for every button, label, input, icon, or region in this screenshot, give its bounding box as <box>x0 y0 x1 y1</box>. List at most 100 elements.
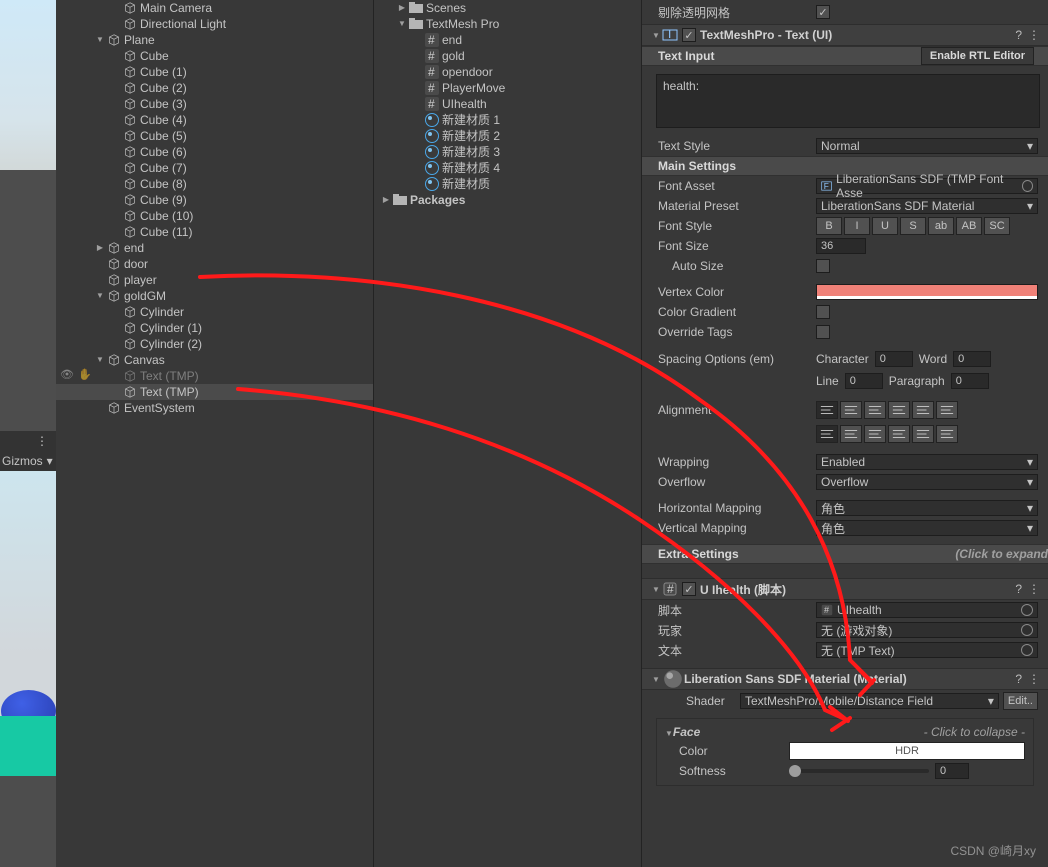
alignment-button[interactable] <box>864 425 886 443</box>
scene-view[interactable] <box>0 471 56 776</box>
object-field[interactable]: 无 (TMP Text) <box>816 642 1038 658</box>
color-gradient-checkbox[interactable] <box>816 305 830 319</box>
alignment-button[interactable] <box>936 425 958 443</box>
object-picker-icon[interactable] <box>1022 180 1033 192</box>
project-item[interactable]: 新建材质 3 <box>374 144 641 160</box>
project-item[interactable]: TextMesh Pro <box>374 16 641 32</box>
expand-icon[interactable] <box>94 352 106 368</box>
expand-icon[interactable] <box>94 32 106 48</box>
overflow-dropdown[interactable]: Overflow▾ <box>816 474 1038 490</box>
project-item[interactable]: 新建材质 <box>374 176 641 192</box>
alignment-button[interactable] <box>912 401 934 419</box>
project-item[interactable]: 新建材质 2 <box>374 128 641 144</box>
expand-icon[interactable] <box>665 725 673 739</box>
object-field[interactable]: 无 (游戏对象) <box>816 622 1038 638</box>
hierarchy-item[interactable]: Cube (5) <box>56 128 373 144</box>
text-style-dropdown[interactable]: Normal▾ <box>816 138 1038 154</box>
hierarchy-item[interactable]: Canvas <box>56 352 373 368</box>
help-icon[interactable]: ? <box>1015 582 1022 596</box>
hierarchy-item[interactable]: Cube (7) <box>56 160 373 176</box>
v-mapping-dropdown[interactable]: 角色▾ <box>816 520 1038 536</box>
project-item[interactable]: #PlayerMove <box>374 80 641 96</box>
component-enable-checkbox[interactable] <box>682 582 696 596</box>
softness-slider[interactable] <box>789 769 929 773</box>
hierarchy-item[interactable]: Cube <box>56 48 373 64</box>
toolbar-menu-icon[interactable]: ⋮ <box>36 434 50 448</box>
hierarchy-item[interactable]: Cube (11) <box>56 224 373 240</box>
hierarchy-item[interactable]: Cylinder <box>56 304 373 320</box>
font-style-ab-button[interactable]: AB <box>956 217 982 235</box>
hierarchy-item[interactable]: Cube (3) <box>56 96 373 112</box>
spacing-paragraph-input[interactable] <box>951 373 989 389</box>
override-tags-checkbox[interactable] <box>816 325 830 339</box>
hierarchy-item[interactable]: Text (TMP) <box>56 384 373 400</box>
hierarchy-item[interactable]: Cube (9) <box>56 192 373 208</box>
alignment-button[interactable] <box>840 425 862 443</box>
preset-icon[interactable]: ⋮ <box>1028 28 1040 42</box>
component-enable-checkbox[interactable] <box>682 28 696 42</box>
softness-value-input[interactable] <box>935 763 969 779</box>
hierarchy-item[interactable]: Plane <box>56 32 373 48</box>
help-icon[interactable]: ? <box>1015 672 1022 686</box>
expand-icon[interactable] <box>94 240 106 256</box>
spacing-word-input[interactable] <box>953 351 991 367</box>
rtl-editor-button[interactable]: Enable RTL Editor <box>921 47 1034 65</box>
font-style-i-button[interactable]: I <box>844 217 870 235</box>
hierarchy-item[interactable]: Cylinder (2) <box>56 336 373 352</box>
project-item[interactable]: #end <box>374 32 641 48</box>
alignment-button[interactable] <box>912 425 934 443</box>
tmp-component-header[interactable]: T TextMeshPro - Text (UI) ? ⋮ <box>642 24 1048 46</box>
wrapping-dropdown[interactable]: Enabled▾ <box>816 454 1038 470</box>
alignment-button[interactable] <box>840 401 862 419</box>
shader-dropdown[interactable]: TextMeshPro/Mobile/Distance Field▾ <box>740 693 999 709</box>
finger-icon[interactable]: ✋ <box>78 368 92 381</box>
eye-icon[interactable]: 👁 <box>60 368 74 381</box>
alignment-button[interactable] <box>864 401 886 419</box>
expand-icon[interactable] <box>380 192 392 208</box>
project-item[interactable]: #gold <box>374 48 641 64</box>
alignment-button[interactable] <box>936 401 958 419</box>
hierarchy-item[interactable]: Directional Light <box>56 16 373 32</box>
object-picker-icon[interactable] <box>1021 624 1033 636</box>
alignment-button[interactable] <box>816 401 838 419</box>
material-header[interactable]: Liberation Sans SDF Material (Material) … <box>642 668 1048 690</box>
font-style-ab-button[interactable]: ab <box>928 217 954 235</box>
expand-icon[interactable] <box>650 675 662 684</box>
help-icon[interactable]: ? <box>1015 28 1022 42</box>
hierarchy-item[interactable]: Cube (2) <box>56 80 373 96</box>
preset-icon[interactable]: ⋮ <box>1028 582 1040 596</box>
expand-icon[interactable] <box>396 0 408 16</box>
project-item[interactable]: #UIhealth <box>374 96 641 112</box>
object-field[interactable]: #UIhealth <box>816 602 1038 618</box>
hdr-color-button[interactable]: HDR <box>789 742 1025 760</box>
spacing-character-input[interactable] <box>875 351 913 367</box>
extra-settings-header[interactable]: Extra Settings (Click to expand <box>642 544 1048 564</box>
spacing-line-input[interactable] <box>845 373 883 389</box>
material-preset-dropdown[interactable]: LiberationSans SDF Material▾ <box>816 198 1038 214</box>
scene-toolbar[interactable]: ⋮ <box>0 431 56 451</box>
text-input-area[interactable]: health: <box>656 74 1040 128</box>
font-asset-field[interactable]: F LiberationSans SDF (TMP Font Asse <box>816 178 1038 194</box>
project-item[interactable]: Packages <box>374 192 641 208</box>
hierarchy-item[interactable]: Cube (6) <box>56 144 373 160</box>
alignment-button[interactable] <box>888 401 910 419</box>
object-picker-icon[interactable] <box>1021 604 1033 616</box>
font-size-input[interactable] <box>816 238 866 254</box>
font-style-s-button[interactable]: S <box>900 217 926 235</box>
uihealth-component-header[interactable]: # U Ihealth (脚本) ? ⋮ <box>642 578 1048 600</box>
hierarchy-item[interactable]: player <box>56 272 373 288</box>
visibility-toggles[interactable]: 👁 ✋ <box>60 368 92 381</box>
object-picker-icon[interactable] <box>1021 644 1033 656</box>
hierarchy-item[interactable]: goldGM <box>56 288 373 304</box>
project-item[interactable]: 新建材质 1 <box>374 112 641 128</box>
project-item[interactable]: #opendoor <box>374 64 641 80</box>
project-item[interactable]: 新建材质 4 <box>374 160 641 176</box>
hierarchy-item[interactable]: Main Camera <box>56 0 373 16</box>
hierarchy-item[interactable]: Cube (1) <box>56 64 373 80</box>
hierarchy-item[interactable]: Cube (10) <box>56 208 373 224</box>
preset-icon[interactable]: ⋮ <box>1028 672 1040 686</box>
font-style-sc-button[interactable]: SC <box>984 217 1010 235</box>
project-item[interactable]: Scenes <box>374 0 641 16</box>
expand-icon[interactable] <box>650 31 662 40</box>
hierarchy-item[interactable]: end <box>56 240 373 256</box>
